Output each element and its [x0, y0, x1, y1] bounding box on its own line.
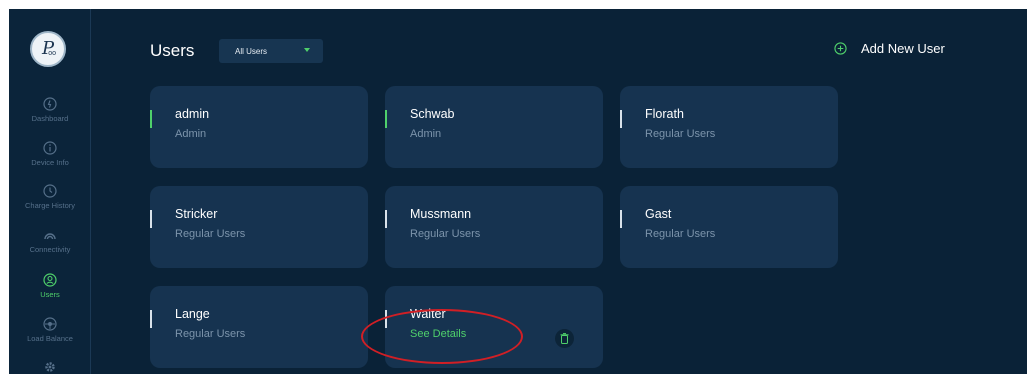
user-card[interactable]: Mussmann Regular Users: [385, 186, 603, 268]
sidebar-item-device-info[interactable]: Device Info: [9, 141, 91, 167]
sidebar-item-label: Connectivity: [29, 245, 71, 254]
page-title: Users: [150, 41, 195, 60]
user-name: Mussmann: [410, 207, 472, 221]
card-accent: [620, 210, 622, 228]
chevron-down-icon: [304, 48, 310, 52]
card-accent: [385, 310, 387, 328]
sidebar-item-label: Dashboard: [31, 114, 69, 123]
logo-sub: oo: [48, 50, 56, 57]
sidebar-item-charge-history[interactable]: Charge History: [9, 184, 91, 210]
user-role: Admin: [410, 128, 442, 140]
app-window: P oo Dashboard Device Info Charge Histor…: [9, 9, 1027, 374]
user-role: Regular Users: [410, 228, 481, 240]
user-name: Florath: [645, 107, 684, 121]
sidebar-item-label: Load Balance: [27, 334, 73, 343]
sidebar-item-label: Charge History: [24, 201, 76, 210]
connectivity-icon: [44, 233, 56, 240]
add-user-button[interactable]: Add New User: [834, 41, 945, 56]
user-role: Regular Users: [175, 328, 246, 340]
user-role: Admin: [175, 128, 207, 140]
clock-icon: [43, 184, 57, 198]
user-filter-dropdown[interactable]: All Users: [219, 39, 323, 63]
user-name: admin: [175, 107, 210, 121]
user-name: Gast: [645, 207, 672, 221]
user-role: Regular Users: [175, 228, 246, 240]
user-card[interactable]: Stricker Regular Users: [150, 186, 368, 268]
sidebar-item-load-balance[interactable]: Load Balance: [9, 317, 91, 343]
load-balance-icon: [43, 317, 57, 331]
add-user-label: Add New User: [861, 41, 945, 56]
sidebar-item-users[interactable]: Users: [9, 273, 91, 299]
user-card-hovered[interactable]: Walter See Details: [385, 286, 603, 368]
user-card[interactable]: Lange Regular Users: [150, 286, 368, 368]
trash-icon: [560, 333, 569, 344]
user-icon: [43, 273, 57, 287]
filter-selected-value: All Users: [235, 46, 268, 56]
card-accent: [150, 310, 152, 328]
see-details-link[interactable]: See Details: [410, 328, 466, 340]
user-card[interactable]: admin Admin: [150, 86, 368, 168]
user-role: Regular Users: [645, 228, 716, 240]
user-name: Lange: [175, 307, 210, 321]
gear-icon: [45, 362, 55, 372]
user-name: Stricker: [175, 207, 218, 221]
card-accent: [150, 210, 152, 228]
user-name: Walter: [410, 307, 446, 321]
sidebar-item-dashboard[interactable]: Dashboard: [9, 97, 91, 123]
add-circle-icon: [834, 42, 847, 55]
user-name: Schwab: [410, 107, 455, 121]
info-icon: [43, 141, 57, 155]
user-card[interactable]: Florath Regular Users: [620, 86, 838, 168]
sidebar-item-connectivity[interactable]: Connectivity: [9, 228, 91, 254]
user-card[interactable]: Gast Regular Users: [620, 186, 838, 268]
dashboard-icon: [43, 97, 57, 111]
card-accent: [620, 110, 622, 128]
sidebar-item-settings[interactable]: [9, 360, 91, 374]
card-accent: [385, 210, 387, 228]
logo[interactable]: P oo: [30, 31, 66, 67]
card-accent: [150, 110, 152, 128]
user-card[interactable]: Schwab Admin: [385, 86, 603, 168]
user-role: Regular Users: [645, 128, 716, 140]
delete-user-button[interactable]: [555, 329, 574, 348]
card-accent: [385, 110, 387, 128]
sidebar: P oo Dashboard Device Info Charge Histor…: [9, 9, 91, 374]
sidebar-item-label: Users: [40, 290, 60, 299]
sidebar-item-label: Device Info: [31, 158, 69, 167]
